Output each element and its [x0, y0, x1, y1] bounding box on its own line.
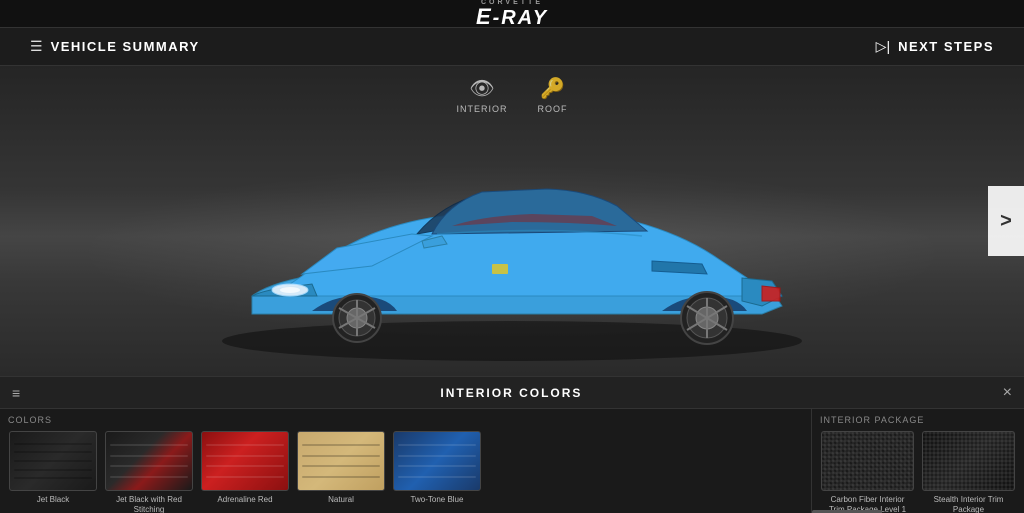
package-stealth[interactable]: Stealth Interior Trim Package [921, 431, 1016, 513]
view-interior-label: INTERIOR [456, 104, 507, 114]
next-arrow-btn[interactable]: > [988, 186, 1024, 256]
chevron-right-icon: > [1000, 210, 1012, 233]
colors-section-label: COLORS [8, 415, 803, 425]
list-icon: ☰ [30, 38, 43, 55]
swatch-jet-black[interactable]: Jet Black [8, 431, 98, 513]
roof-icon: 🔑 [540, 76, 565, 101]
colors-section: COLORS Jet Black [0, 409, 811, 513]
swatch-natural-img [297, 431, 385, 491]
swatch-adrenaline-red-img [201, 431, 289, 491]
swatch-two-tone-blue-img [393, 431, 481, 491]
vehicle-summary-nav[interactable]: ☰ VEHICLE SUMMARY [30, 38, 200, 55]
next-steps-label: NEXT STEPS [898, 39, 994, 54]
next-steps-nav[interactable]: ▷| NEXT STEPS [876, 38, 994, 55]
swatches-area: COLORS Jet Black [0, 409, 1024, 513]
swatch-two-tone-blue[interactable]: Two-Tone Blue [392, 431, 482, 513]
package-section: INTERIOR PACKAGE Carbon Fiber Interior T… [811, 409, 1024, 513]
close-icon[interactable]: × [1003, 385, 1012, 401]
brand-logo: CORVETTE E-RAY [476, 0, 548, 28]
play-icon: ▷| [876, 38, 890, 55]
package-carbon-fiber[interactable]: Carbon Fiber Interior Trim Package Level… [820, 431, 915, 513]
view-roof-label: ROOF [538, 104, 568, 114]
view-interior-btn[interactable]: 👁 INTERIOR [456, 76, 507, 114]
swatches-row: Jet Black Jet Black with Red Stitching [8, 431, 803, 513]
package-row: Carbon Fiber Interior Trim Package Level… [820, 431, 1016, 513]
eye-icon: 👁 [469, 76, 494, 101]
brand-bar: CORVETTE E-RAY [0, 0, 1024, 28]
swatch-jet-black-label: Jet Black [37, 495, 69, 505]
swatch-two-tone-blue-label: Two-Tone Blue [411, 495, 464, 505]
swatch-natural-label: Natural [328, 495, 354, 505]
package-stealth-img [922, 431, 1015, 491]
interior-colors-header: ≡ INTERIOR COLORS × [0, 377, 1024, 409]
view-roof-btn[interactable]: 🔑 ROOF [538, 76, 568, 114]
swatch-adrenaline-red[interactable]: Adrenaline Red [200, 431, 290, 513]
brand-text: CORVETTE E-RAY [476, 0, 548, 28]
package-carbon-fiber-img [821, 431, 914, 491]
nav-bar: ☰ VEHICLE SUMMARY ▷| NEXT STEPS [0, 28, 1024, 66]
swatch-jet-black-img [9, 431, 97, 491]
menu-icon[interactable]: ≡ [12, 385, 20, 401]
swatch-jet-black-red-img [105, 431, 193, 491]
swatch-jet-black-red[interactable]: Jet Black with Red Stitching [104, 431, 194, 513]
vehicle-summary-label: VEHICLE SUMMARY [51, 39, 200, 54]
swatch-adrenaline-red-label: Adrenaline Red [217, 495, 272, 505]
bottom-panel: ≡ INTERIOR COLORS × COLORS Jet Black [0, 376, 1024, 512]
main-viewer: 👁 INTERIOR 🔑 ROOF [0, 66, 1024, 376]
view-controls: 👁 INTERIOR 🔑 ROOF [456, 76, 567, 114]
package-stealth-label: Stealth Interior Trim Package [925, 495, 1013, 513]
swatch-jet-black-red-label: Jet Black with Red Stitching [105, 495, 193, 513]
eray-label: E-RAY [476, 6, 548, 28]
car-display [172, 96, 852, 366]
swatch-natural[interactable]: Natural [296, 431, 386, 513]
package-section-label: INTERIOR PACKAGE [820, 415, 1016, 425]
car-svg [172, 96, 852, 366]
interior-colors-title: INTERIOR COLORS [440, 386, 582, 400]
